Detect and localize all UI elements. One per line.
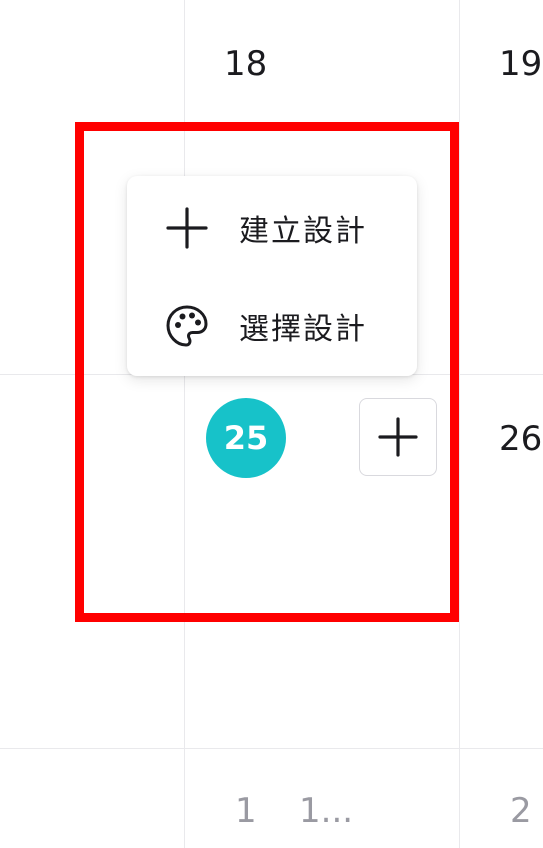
day-number-19: 19: [499, 44, 543, 84]
footer-count: 2: [510, 791, 532, 831]
day-number-26: 26: [499, 419, 543, 459]
menu-item-label: 選擇設計: [239, 312, 367, 347]
calendar-grid: 18 19 25 26 1 1... 2: [0, 0, 543, 848]
footer-count: 1: [235, 791, 257, 831]
add-design-button[interactable]: [359, 398, 437, 476]
today-date-badge: 25: [206, 398, 286, 478]
plus-icon: [165, 206, 209, 250]
palette-icon: [165, 304, 209, 348]
grid-line: [459, 0, 460, 848]
menu-item-label: 建立設計: [239, 214, 367, 249]
plus-icon: [378, 417, 418, 457]
grid-line: [184, 0, 185, 848]
create-design-menu: 建立設計 選擇設計: [127, 176, 417, 376]
day-number-18: 18: [224, 44, 268, 84]
menu-item-select-design[interactable]: 選擇設計: [127, 278, 417, 374]
grid-line: [0, 748, 543, 749]
footer-truncated-text: 1...: [299, 791, 354, 831]
menu-item-create-design[interactable]: 建立設計: [127, 180, 417, 276]
